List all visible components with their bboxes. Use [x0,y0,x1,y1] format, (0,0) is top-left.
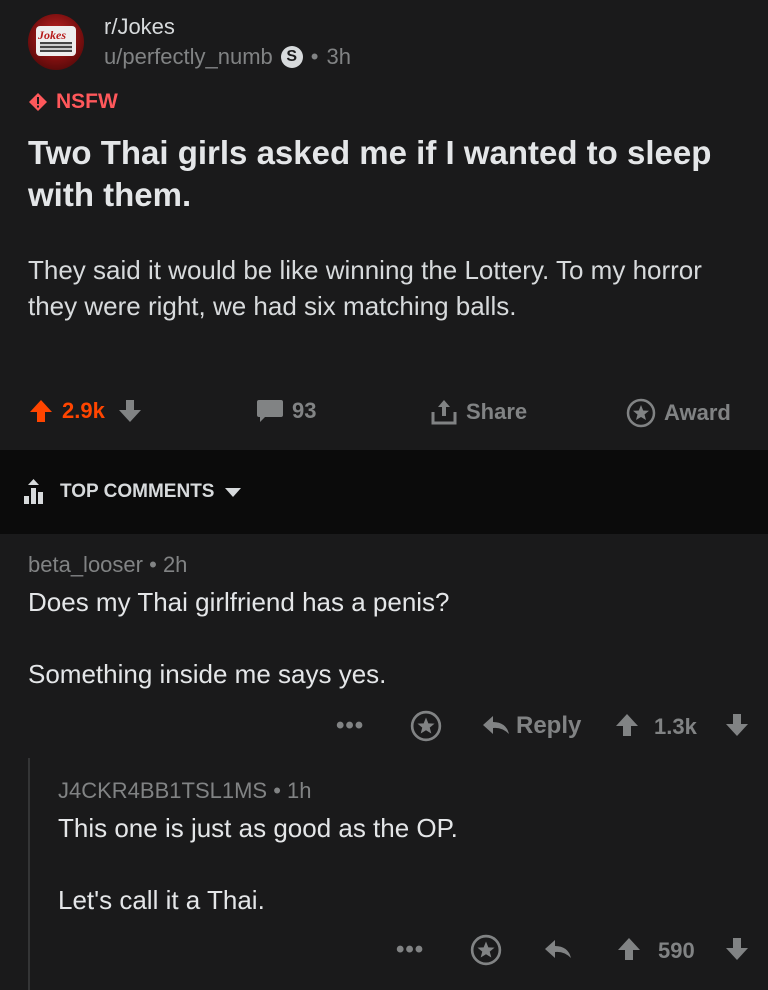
comments-button[interactable]: 93 [256,398,316,424]
share-label: Share [466,399,528,424]
comment-text-line-2: Let's call it a Thai. [58,885,265,915]
sort-bars-icon [24,479,43,504]
upvote-icon[interactable] [614,712,640,738]
upvote-icon[interactable] [616,936,642,962]
comment-1: beta_looser • 2h Does my Thai girlfriend… [28,552,738,692]
vote-group: 2.9k [28,398,143,424]
reply-label: Reply [516,712,582,739]
reply-arrow-icon[interactable] [544,938,572,962]
comment-age: 1h [287,778,312,803]
subreddit-name[interactable]: r/Jokes [104,14,175,40]
nsfw-warning-icon [29,93,47,111]
comment-text-line-1: Does my Thai girlfriend has a penis? [28,587,450,617]
post-card: Jokes r/Jokes u/perfectly_numb S • 3h NS… [0,0,768,450]
award-label: Award [664,400,731,425]
nsfw-tag: NSFW [28,90,118,114]
award-icon[interactable] [470,934,502,966]
post-score: 2.9k [62,398,105,423]
share-icon [431,400,457,425]
byline-dot: • [310,44,319,69]
post-title: Two Thai girls asked me if I wanted to s… [28,134,712,213]
thread-indent-line [28,758,30,990]
award-icon[interactable] [410,710,442,742]
reply-arrow-icon [483,716,509,734]
comment-meta: beta_looser • 2h [28,552,738,578]
comment-count: 93 [292,398,317,423]
subreddit-avatar[interactable]: Jokes [28,14,84,70]
award-icon [626,398,656,428]
comment-text-line-2: Something inside me says yes. [28,659,387,689]
author-link[interactable]: u/perfectly_numb [104,44,273,70]
comment-author[interactable]: J4CKR4BB1TSL1MS [58,778,267,803]
post-age: 3h [326,44,351,69]
downvote-icon[interactable] [724,936,750,962]
avatar-logo: Jokes [38,28,66,42]
meta-dot: • [149,552,163,577]
comment-2-actions: ••• 590 [396,932,756,972]
chevron-down-icon [225,488,242,497]
sort-label: TOP COMMENTS [60,481,215,502]
downvote-icon[interactable] [724,712,750,738]
comment-score: 1.3k [654,714,697,739]
post-action-bar: 2.9k 93 Share Award [0,388,768,438]
comment-meta: J4CKR4BB1TSL1MS • 1h [58,778,738,804]
snoovatar-badge-icon: S [280,46,303,68]
comment-author[interactable]: beta_looser [28,552,143,577]
post-byline: u/perfectly_numb S • 3h [104,44,351,70]
comment-2: J4CKR4BB1TSL1MS • 1h This one is just as… [58,778,738,918]
share-button[interactable]: Share [430,398,527,426]
jukebox-grill [40,42,72,52]
comment-text-line-1: This one is just as good as the OP. [58,813,458,843]
comment-sort-selector[interactable]: TOP COMMENTS [22,478,242,506]
post-body: They said it would be like winning the L… [28,255,702,321]
reply-button[interactable]: Reply [482,712,581,740]
comment-bubble-icon [257,400,283,422]
comment-1-actions: ••• Reply 1.3k [336,708,756,748]
award-button[interactable]: Award [626,398,731,428]
nsfw-label: NSFW [56,90,118,113]
meta-dot: • [273,778,288,803]
comment-age: 2h [162,552,188,577]
comment-score: 590 [658,938,695,963]
upvote-icon[interactable] [28,398,54,424]
downvote-icon[interactable] [117,398,143,424]
more-options-icon[interactable]: ••• [396,936,424,964]
more-options-icon[interactable]: ••• [336,712,364,740]
